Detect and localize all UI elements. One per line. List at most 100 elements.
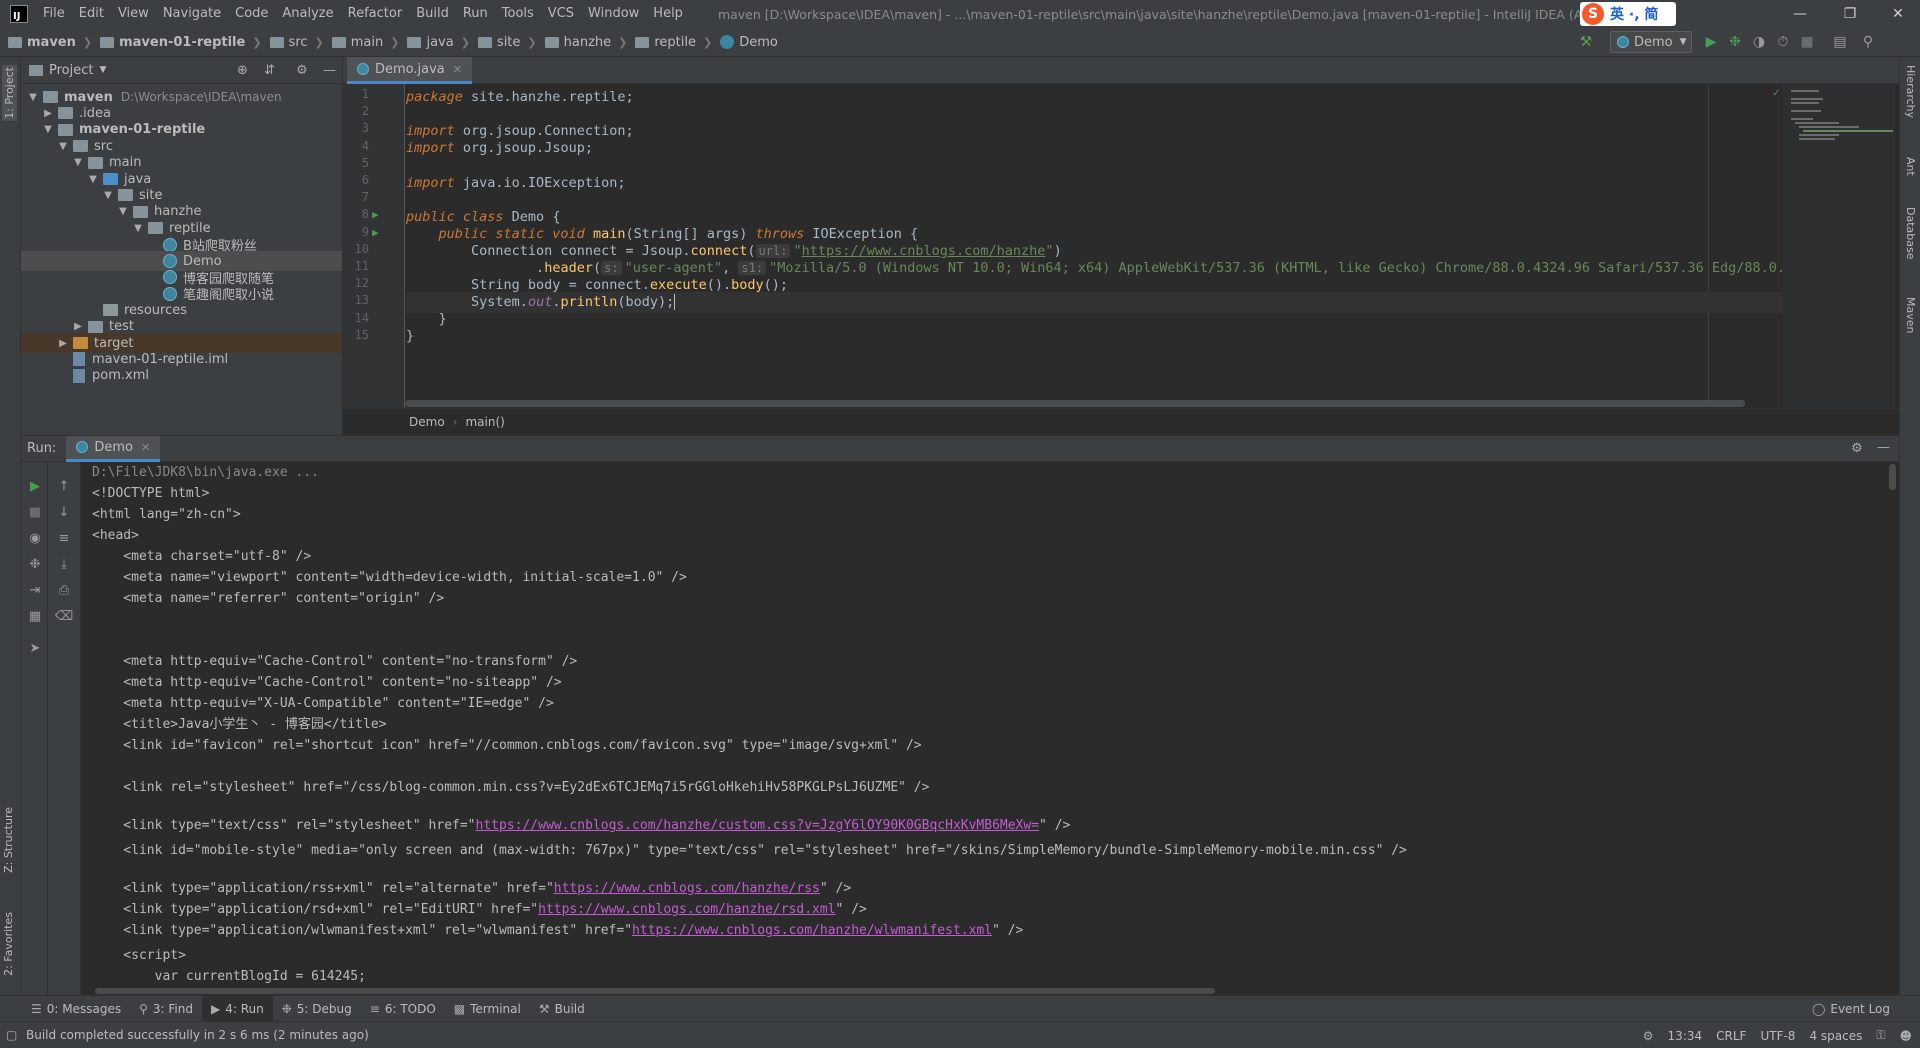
rerun-icon[interactable]: ▶ [27, 478, 43, 494]
menu-refactor[interactable]: Refactor [341, 0, 410, 28]
collapsed-arrow-icon[interactable]: ▶ [57, 338, 69, 349]
git-icon[interactable]: ⚙ [1643, 1029, 1654, 1043]
breadcrumb-item[interactable]: maven ❯ [0, 35, 92, 50]
expanded-arrow-icon[interactable]: ▼ [57, 141, 69, 152]
breadcrumb-item[interactable]: site ❯ [470, 35, 537, 50]
project-view-select[interactable]: Project [49, 63, 93, 78]
expanded-arrow-icon[interactable]: ▼ [102, 190, 114, 201]
tree-item[interactable]: pom.xml [21, 366, 342, 386]
scroll-to-end-icon[interactable]: ⤓ [56, 556, 72, 572]
collapsed-arrow-icon[interactable]: ▶ [42, 108, 54, 119]
pin-icon[interactable]: ➤ [27, 640, 43, 656]
breadcrumb-item[interactable]: main ❯ [324, 35, 399, 50]
debug-icon[interactable]: ❉ [1727, 34, 1743, 50]
menu-analyze[interactable]: Analyze [275, 0, 340, 28]
breadcrumb-item[interactable]: maven-01-reptile ❯ [92, 35, 262, 50]
todo-tool-button[interactable]: ≡ 6: TODO [361, 996, 445, 1022]
trash-icon[interactable]: ⌫ [55, 608, 73, 624]
structure-tool-button[interactable]: Z: Structure [2, 807, 15, 873]
menu-build[interactable]: Build [409, 0, 456, 28]
code-editor[interactable]: 1 2 3 4 5 6 7 8 9 10 11 12 13 14 15 ▶ ▶ package site.han… [343, 84, 1899, 408]
menu-code[interactable]: Code [228, 0, 275, 28]
debug-icon[interactable]: ❉ [27, 556, 43, 572]
restore-icon[interactable]: ❐ [1830, 0, 1870, 28]
collapse-all-icon[interactable]: ⇵ [264, 63, 275, 78]
line-separator[interactable]: CRLF [1716, 1029, 1746, 1043]
console-link[interactable]: https://www.cnblogs.com/hanzhe/wlwmanife… [632, 923, 992, 938]
console-link[interactable]: https://www.cnblogs.com/hanzhe/custom.cs… [476, 818, 1040, 833]
menu-navigate[interactable]: Navigate [156, 0, 228, 28]
close-tab-icon[interactable]: ✕ [453, 63, 462, 76]
run-icon[interactable]: ▶ [1703, 34, 1719, 50]
expanded-arrow-icon[interactable]: ▼ [42, 124, 54, 135]
console-vertical-scrollbar[interactable] [1889, 464, 1896, 490]
expanded-arrow-icon[interactable]: ▼ [117, 206, 129, 217]
close-window-icon[interactable]: ✕ [1878, 0, 1918, 28]
layout-icon[interactable]: ▦ [27, 608, 43, 624]
close-tab-icon[interactable]: ✕ [141, 441, 150, 454]
menu-edit[interactable]: Edit [72, 0, 111, 28]
gear-icon[interactable]: ⚙ [296, 63, 308, 78]
build-tool-button[interactable]: ⚒ Build [530, 996, 594, 1022]
expanded-arrow-icon[interactable]: ▼ [87, 174, 99, 185]
print-icon[interactable]: ⎙ [56, 582, 72, 598]
lock-icon[interactable]: ⚿ [1876, 1028, 1885, 1043]
inspector-icon[interactable]: ☻ [1899, 1029, 1912, 1043]
hide-icon[interactable]: — [1877, 440, 1890, 455]
database-tool-button[interactable]: Database [1904, 207, 1917, 260]
hide-icon[interactable]: — [323, 63, 336, 78]
messages-tool-button[interactable]: ☰ 0: Messages [22, 996, 130, 1022]
chevron-down-icon[interactable]: ▼ [99, 65, 106, 75]
menu-view[interactable]: View [111, 0, 156, 28]
hierarchy-tool-button[interactable]: Hierarchy [1904, 65, 1917, 118]
menu-file[interactable]: File [36, 0, 72, 28]
console-link[interactable]: https://www.cnblogs.com/hanzhe/rsd.xml [538, 902, 835, 917]
menu-run[interactable]: Run [456, 0, 495, 28]
console-link[interactable]: https://www.cnblogs.com/hanzhe/rss [554, 881, 820, 896]
exit-icon[interactable]: ⇥ [27, 582, 43, 598]
editor-horizontal-scrollbar[interactable] [405, 400, 1745, 407]
minimap[interactable] [1783, 84, 1895, 408]
console-output[interactable]: D:\File\JDK8\bin\java.exe ... <!DOCTYPE h… [81, 462, 1899, 995]
panel-toggle-icon[interactable]: ▢ [6, 1028, 17, 1042]
menu-vcs[interactable]: VCS [541, 0, 581, 28]
menu-window[interactable]: Window [581, 0, 646, 28]
maven-tool-button[interactable]: Maven [1904, 297, 1917, 333]
camera-icon[interactable]: ◉ [27, 530, 43, 546]
ime-indicator[interactable]: S 英 ·, 简 [1580, 2, 1676, 26]
project-tool-button[interactable]: 1: Project [2, 65, 17, 121]
gutter-run-icon[interactable]: ▶ [372, 226, 379, 239]
indent-setting[interactable]: 4 spaces [1809, 1029, 1862, 1043]
build-hammer-icon[interactable]: ⚒ [1578, 34, 1594, 50]
breadcrumb-class[interactable]: Demo [409, 415, 445, 429]
caret-position[interactable]: 13:34 [1668, 1029, 1703, 1043]
terminal-tool-button[interactable]: ▩ Terminal [445, 996, 530, 1022]
scroll-down-icon[interactable]: ↓ [56, 504, 72, 520]
menu-help[interactable]: Help [646, 0, 690, 28]
tab-demo-java[interactable]: Demo.java ✕ [347, 57, 472, 84]
breadcrumb-item[interactable]: reptile ❯ [627, 35, 712, 50]
breadcrumb-item[interactable]: Demo [712, 35, 778, 50]
find-tool-button[interactable]: ⚲ 3: Find [130, 996, 202, 1022]
ant-tool-button[interactable]: Ant [1904, 157, 1917, 176]
breadcrumb-item[interactable]: src ❯ [262, 35, 324, 50]
breadcrumb-item[interactable]: java ❯ [399, 35, 470, 50]
locate-icon[interactable]: ⊕ [237, 63, 248, 78]
run-tab-demo[interactable]: Demo ✕ [66, 435, 161, 462]
collapsed-arrow-icon[interactable]: ▶ [72, 321, 84, 332]
inspection-ok-icon[interactable]: ✓ [1773, 86, 1780, 99]
breadcrumb-method[interactable]: main() [465, 415, 504, 429]
run-configuration-select[interactable]: Demo ▼ [1610, 31, 1692, 53]
expanded-arrow-icon[interactable]: ▼ [72, 157, 84, 168]
event-log-button[interactable]: ◯ Event Log [1812, 996, 1890, 1022]
run-tool-button[interactable]: ▶ 4: Run [201, 995, 273, 1022]
expanded-arrow-icon[interactable]: ▼ [132, 223, 144, 234]
soft-wrap-icon[interactable]: ≡ [56, 530, 72, 546]
stop-icon[interactable]: ■ [27, 504, 43, 520]
gutter-run-icon[interactable]: ▶ [372, 208, 379, 221]
debug-tool-button[interactable]: ❉ 5: Debug [273, 996, 361, 1022]
file-encoding[interactable]: UTF-8 [1760, 1029, 1795, 1043]
console-command-line[interactable]: D:\File\JDK8\bin\java.exe ... [92, 462, 319, 483]
coverage-icon[interactable]: ◑ [1751, 34, 1767, 50]
menu-tools[interactable]: Tools [495, 0, 541, 28]
